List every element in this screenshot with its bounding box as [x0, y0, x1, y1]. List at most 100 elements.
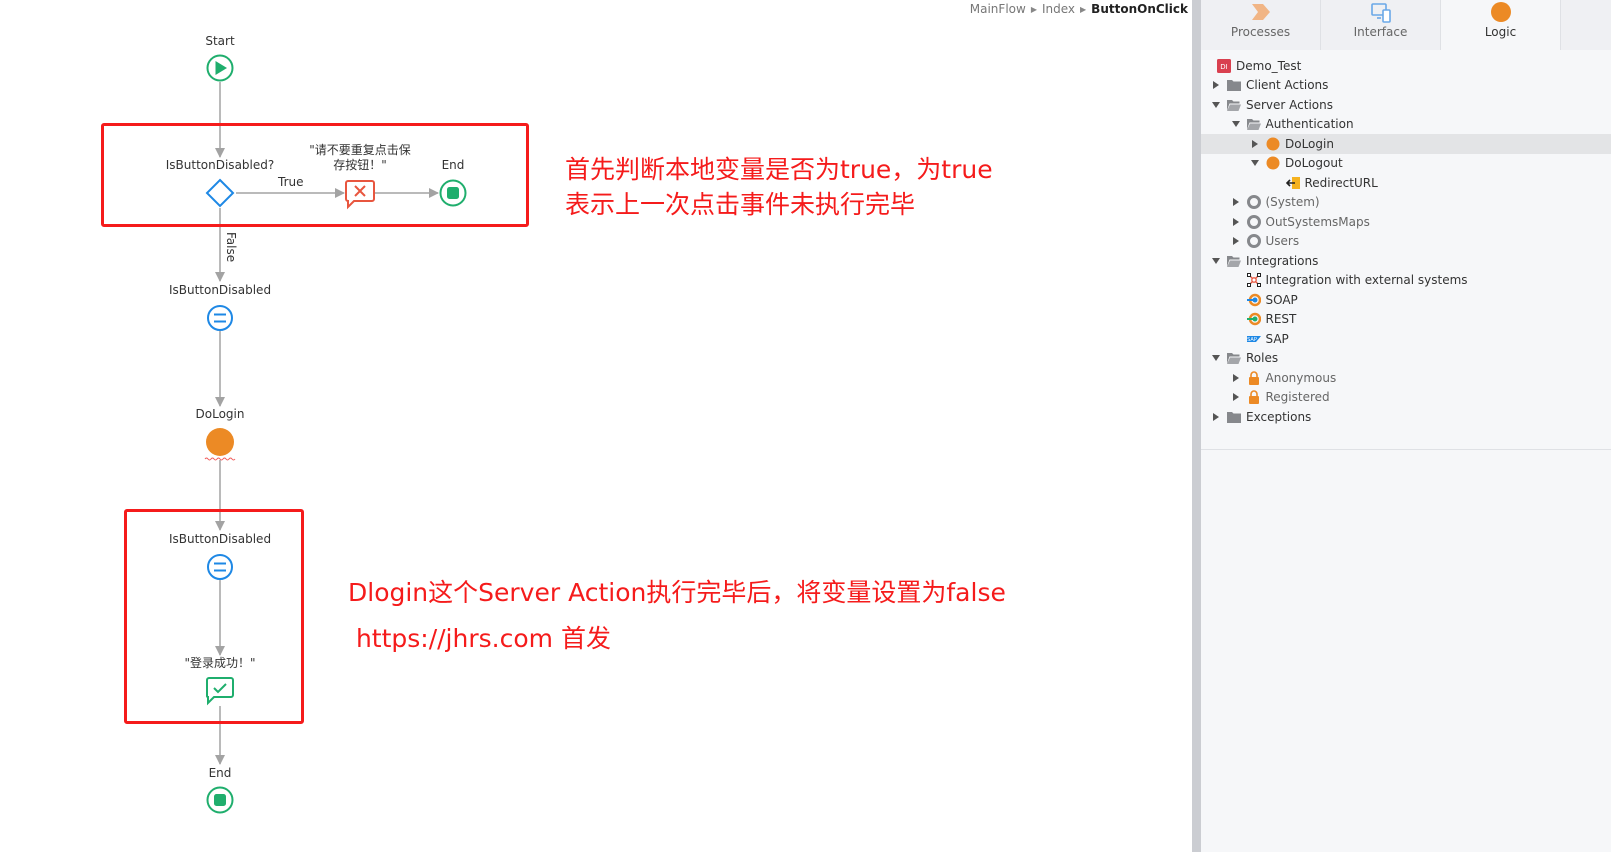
tree-item-demo-test[interactable]: DI Demo_Test — [1201, 56, 1611, 76]
tree-item-client-actions[interactable]: Client Actions — [1201, 76, 1611, 96]
tree-item-label: Users — [1265, 234, 1300, 249]
svg-text:DI: DI — [1220, 63, 1227, 71]
tree-item-label: Demo_Test — [1236, 58, 1302, 73]
tab-data[interactable] — [1561, 0, 1611, 50]
input-parameter-icon — [1285, 176, 1300, 190]
server-action-node-icon — [204, 428, 236, 461]
tab-label: Interface — [1353, 25, 1408, 39]
logic-tree: DI Demo_Test Client Actions Server Actions A… — [1201, 56, 1611, 427]
tree-item-label: DoLogout — [1285, 156, 1343, 171]
tree-item-integrations[interactable]: Integrations — [1201, 251, 1611, 271]
folder-icon — [1227, 410, 1241, 424]
tab-logic[interactable]: Logic — [1441, 0, 1561, 50]
chevron-down-icon[interactable] — [1231, 119, 1241, 129]
tree-item-label: Server Actions — [1246, 97, 1333, 112]
tree-item-redirecturl[interactable]: RedirectURL — [1201, 173, 1611, 193]
caret-placeholder — [1270, 178, 1280, 188]
tab-processes[interactable]: Processes — [1201, 0, 1321, 50]
tree-item-label: RedirectURL — [1304, 175, 1378, 190]
tree-item-sap[interactable]: SAP SAP — [1201, 329, 1611, 349]
tree-item-roles[interactable]: Roles — [1201, 349, 1611, 369]
chevron-down-icon[interactable] — [1211, 100, 1221, 110]
tree-item-rest[interactable]: REST — [1201, 310, 1611, 330]
chevron-right-icon[interactable] — [1231, 217, 1241, 227]
chevron-right-icon[interactable] — [1231, 236, 1241, 246]
sap-icon: SAP — [1246, 332, 1261, 346]
tree-item-label: SAP — [1265, 331, 1289, 346]
tree-item-label: Roles — [1246, 351, 1279, 366]
false-branch-label: False — [224, 232, 238, 263]
tree-item-label: Integrations — [1246, 253, 1319, 268]
folder-icon — [1227, 78, 1241, 92]
panel-divider — [1201, 449, 1611, 450]
chevron-right-icon[interactable] — [1231, 373, 1241, 383]
tree-item-authentication[interactable]: Authentication — [1201, 115, 1611, 135]
chevron-right-icon[interactable] — [1250, 139, 1260, 149]
elements-panel: Processes Interface Logic DI Demo_Test Cli… — [1201, 0, 1611, 852]
folder-open-icon — [1246, 117, 1261, 131]
caret-placeholder — [1231, 295, 1241, 305]
tree-item-label: REST — [1265, 312, 1297, 327]
caret-placeholder — [1231, 314, 1241, 324]
integration-icon — [1246, 273, 1261, 288]
tree-item-users[interactable]: Users — [1201, 232, 1611, 252]
chevron-down-icon[interactable] — [1211, 353, 1221, 363]
rest-icon — [1246, 312, 1261, 326]
tree-item-exceptions[interactable]: Exceptions — [1201, 407, 1611, 427]
tree-item-label: DoLogin — [1285, 136, 1334, 151]
highlight-box-if-check — [101, 123, 529, 227]
chevron-right-icon[interactable] — [1231, 392, 1241, 402]
tree-item-label: SOAP — [1265, 292, 1298, 307]
role-lock-icon — [1247, 390, 1261, 405]
assign-node-icon — [207, 305, 233, 331]
end-node-label[interactable]: End — [209, 766, 232, 781]
annotation-bottom-line1: Dlogin这个Server Action执行完毕后，将变量设置为false — [348, 578, 1006, 607]
chevron-down-icon[interactable] — [1250, 158, 1260, 168]
annotation-bottom-line2: https://jhrs.com 首发 — [348, 624, 611, 653]
reference-icon — [1246, 195, 1261, 210]
tree-item-label: Anonymous — [1265, 370, 1337, 385]
server-action-node-label[interactable]: DoLogin — [196, 407, 245, 422]
highlight-box-reset-variable — [124, 509, 304, 724]
tree-item-dologin[interactable]: DoLogin — [1201, 134, 1611, 154]
start-node-icon — [206, 54, 234, 82]
assign-node-label[interactable]: IsButtonDisabled — [169, 283, 271, 298]
tree-item-outsystemsmaps[interactable]: OutSystemsMaps — [1201, 212, 1611, 232]
svg-text:SAP: SAP — [1247, 337, 1257, 343]
tree-item-system[interactable]: (System) — [1201, 193, 1611, 213]
action-icon — [1266, 156, 1280, 170]
processes-icon — [1250, 2, 1272, 26]
caret-placeholder — [1231, 275, 1241, 285]
flow-canvas[interactable]: MainFlow ▶ Index ▶ ButtonOnClick Start I… — [0, 0, 1192, 852]
tree-item-server-actions[interactable]: Server Actions — [1201, 95, 1611, 115]
tree-item-label: OutSystemsMaps — [1265, 214, 1370, 229]
tab-interface[interactable]: Interface — [1321, 0, 1441, 50]
caret-placeholder — [1231, 334, 1241, 344]
chevron-right-icon[interactable] — [1211, 80, 1221, 90]
tree-item-label: Registered — [1265, 390, 1330, 405]
tree-item-registered[interactable]: Registered — [1201, 388, 1611, 408]
tree-item-anonymous[interactable]: Anonymous — [1201, 368, 1611, 388]
tab-label: Logic — [1484, 25, 1517, 39]
tree-item-label: (System) — [1265, 195, 1320, 210]
folder-open-icon — [1227, 351, 1241, 365]
tree-item-soap[interactable]: SOAP — [1201, 290, 1611, 310]
end-node-icon — [206, 786, 234, 814]
role-lock-icon — [1247, 371, 1261, 385]
tree-item-label: Exceptions — [1246, 409, 1312, 424]
tree-item-label: Client Actions — [1246, 78, 1329, 93]
tree-item-integration-with-external-systems[interactable]: Integration with external systems — [1201, 271, 1611, 291]
annotation-top-line2: 表示上一次点击事件未执行完毕 — [565, 190, 916, 219]
panel-splitter[interactable] — [1192, 0, 1201, 852]
folder-open-icon — [1227, 254, 1241, 268]
reference-icon — [1246, 214, 1261, 229]
tree-item-label: Authentication — [1265, 117, 1354, 132]
soap-icon — [1246, 293, 1261, 307]
chevron-down-icon[interactable] — [1211, 256, 1221, 266]
module-icon: DI — [1217, 58, 1231, 73]
chevron-right-icon[interactable] — [1211, 412, 1221, 422]
start-node-label[interactable]: Start — [205, 34, 234, 49]
chevron-right-icon[interactable] — [1231, 197, 1241, 207]
annotation-top-line1: 首先判断本地变量是否为true，为true — [565, 155, 993, 184]
tree-item-dologout[interactable]: DoLogout — [1201, 154, 1611, 174]
